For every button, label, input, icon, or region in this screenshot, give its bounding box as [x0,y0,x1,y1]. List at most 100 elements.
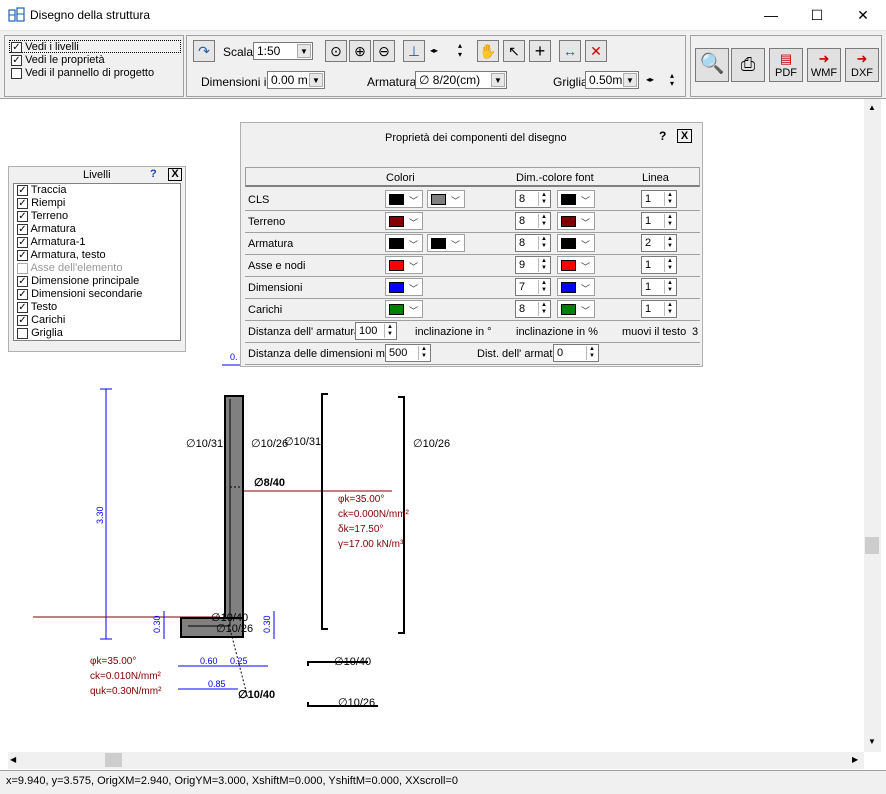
line-width-stepper[interactable]: 1 ▲ ▼ [641,256,677,274]
zoom-in-icon[interactable]: ⊕ [349,40,371,62]
view-option-properties[interactable]: ✓ Vedi le proprietà [11,54,105,66]
griglia-select[interactable]: 0.50m ▼ [585,71,639,89]
color2-swatch[interactable]: ﹀ [427,190,465,208]
left-right-arrows-icon[interactable]: ◂▸ [427,40,441,62]
scroll-right-icon[interactable]: ▶ [852,755,858,764]
color1-swatch[interactable]: ﹀ [385,278,423,296]
level-label: Carichi [31,314,66,326]
armatura-select[interactable]: ∅ 8/20(cm) ▼ [415,71,507,89]
chevron-down-icon: ﹀ [580,306,590,316]
griglia-up-down-icon[interactable]: ▴ ▾ [665,71,679,89]
level-item-testo[interactable]: ✓ Testo [14,301,180,314]
color1-swatch[interactable]: ﹀ [385,190,423,208]
color-chip [561,260,576,271]
crosshair-icon[interactable]: + [529,40,551,62]
scroll-left-icon[interactable]: ◀ [10,755,16,764]
muovi-testo-value[interactable]: 3 [692,326,698,338]
color-chip [431,238,446,249]
dist-armat-value: 0 [557,347,564,359]
color-chip [389,260,404,271]
font-size-stepper[interactable]: 8 ▲ ▼ [515,190,551,208]
horizontal-scrollbar[interactable]: ◀ ▶ [8,752,864,769]
level-item-armatura-1[interactable]: ✓ Armatura-1 [14,236,180,249]
pdf-export-button[interactable]: ▤ PDF [769,48,803,82]
font-size-stepper[interactable]: 9 ▲ ▼ [515,256,551,274]
font-color-swatch[interactable]: ﹀ [557,256,595,274]
zoom-out-icon[interactable]: ⊖ [373,40,395,62]
dist-armatura-stepper[interactable]: 100 ▲ ▼ [355,322,397,340]
checkbox-icon: ✓ [17,314,28,326]
close-icon[interactable]: X [677,129,692,143]
font-color-swatch[interactable]: ﹀ [557,234,595,252]
font-size-stepper[interactable]: 7 ▲ ▼ [515,278,551,296]
scroll-up-icon[interactable]: ▲ [868,103,876,112]
dimensions-select[interactable]: 0.00 m ▼ [267,71,325,89]
minimize-button[interactable]: — [748,0,794,31]
base-dim-right-text: 0.30 [262,615,272,633]
font-size-stepper[interactable]: 8 ▲ ▼ [515,234,551,252]
dist-dimensioni-stepper[interactable]: 500 ▲ ▼ [385,344,431,362]
preview-icon[interactable]: 🔍 [695,48,729,82]
window-title: Disegno della struttura [30,8,151,22]
measure-icon[interactable]: ↔ [559,40,581,62]
view-option-levels[interactable]: ✓ Vedi i livelli [11,41,79,53]
color1-swatch[interactable]: ﹀ [385,256,423,274]
pointer-icon[interactable]: ↖ [503,40,525,62]
line-width-stepper[interactable]: 1 ▲ ▼ [641,278,677,296]
checkbox-icon: ✓ [17,184,28,196]
line-width-stepper[interactable]: 1 ▲ ▼ [641,190,677,208]
view-option-project[interactable]: Vedi il pannello di progetto [11,67,154,79]
close-icon[interactable]: X [168,168,182,181]
maximize-button[interactable]: ☐ [794,0,840,31]
font-size-stepper[interactable]: 8 ▲ ▼ [515,300,551,318]
vertical-scroll-thumb[interactable] [865,537,879,554]
line-width-stepper[interactable]: 1 ▲ ▼ [641,300,677,318]
color2-swatch[interactable]: ﹀ [427,234,465,252]
level-item-armatura[interactable]: ✓ Armatura [14,223,180,236]
delete-measure-icon[interactable]: ✕ [585,40,607,62]
line-width-stepper[interactable]: 2 ▲ ▼ [641,234,677,252]
refresh-icon[interactable]: ↷ [193,40,215,62]
level-item-terreno[interactable]: ✓ Terreno [14,210,180,223]
scroll-down-icon[interactable]: ▼ [868,737,876,746]
font-color-swatch[interactable]: ﹀ [557,278,595,296]
help-icon[interactable]: ? [659,129,666,143]
armatura-value: ∅ 8/20(cm) [419,73,481,87]
inclinazione-deg-label: inclinazione in ° [415,326,492,338]
export-panel: 🔍 ⎙ ▤ PDF ➜ WMF ➜ DXF [690,35,882,97]
font-color-swatch[interactable]: ﹀ [557,212,595,230]
pan-hand-icon[interactable]: ✋ [477,40,499,62]
level-item-dim-secondarie[interactable]: ✓ Dimensioni secondarie [14,288,180,301]
view-option-label: Vedi il pannello di progetto [25,67,155,79]
level-item-griglia[interactable]: Griglia [14,327,180,340]
level-item-carichi[interactable]: ✓ Carichi [14,314,180,327]
level-item-armatura-testo[interactable]: ✓ Armatura, testo [14,249,180,262]
level-item-traccia[interactable]: ✓ Traccia [14,184,180,197]
wmf-export-button[interactable]: ➜ WMF [807,48,841,82]
levels-panel: Livelli ? X ✓ Traccia ✓ Riempi ✓ Terreno… [8,166,186,352]
font-color-swatch[interactable]: ﹀ [557,190,595,208]
dxf-export-button[interactable]: ➜ DXF [845,48,879,82]
dist-armat-stepper[interactable]: 0 ▲ ▼ [553,344,599,362]
checkbox-icon: ✓ [17,249,28,261]
vertical-scrollbar[interactable]: ▲ ▼ [864,99,881,752]
font-color-swatch[interactable]: ﹀ [557,300,595,318]
color1-swatch[interactable]: ﹀ [385,234,423,252]
level-item-dim-principale[interactable]: ✓ Dimensione principale [14,275,180,288]
line-width-stepper[interactable]: 1 ▲ ▼ [641,212,677,230]
color1-swatch[interactable]: ﹀ [385,212,423,230]
level-item-riempi[interactable]: ✓ Riempi [14,197,180,210]
soil-right-delta: δk=17.50° [338,524,383,535]
dim-025-text: 0.25 [230,656,248,666]
griglia-left-right-icon[interactable]: ◂▸ [643,71,657,89]
font-size-stepper[interactable]: 8 ▲ ▼ [515,212,551,230]
printer-icon[interactable]: ⎙ [731,48,765,82]
up-down-arrows-icon[interactable]: ▴ ▾ [453,40,467,62]
scale-select[interactable]: 1:50 ▼ [253,42,313,60]
print-stamp-icon[interactable]: ⊥ [403,40,425,62]
color1-swatch[interactable]: ﹀ [385,300,423,318]
help-icon[interactable]: ? [150,168,157,180]
close-button[interactable]: ✕ [840,0,886,31]
horizontal-scroll-thumb[interactable] [105,753,122,767]
zoom-fit-icon[interactable]: ⊙ [325,40,347,62]
